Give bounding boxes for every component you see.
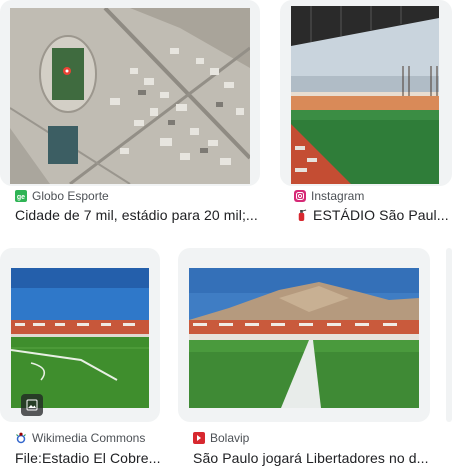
wikimedia-icon	[15, 432, 27, 444]
bolavip-icon	[193, 432, 205, 444]
result-title-4[interactable]: São Paulo jogará Libertadores no d...	[193, 450, 438, 466]
stadium-mountain-photo	[189, 268, 419, 408]
result-title-2[interactable]: ESTÁDIO São Paul...	[296, 207, 452, 223]
image-badge	[21, 394, 43, 416]
pitch-photo	[11, 268, 149, 408]
satellite-image	[10, 8, 250, 184]
result-title-1[interactable]: Cidade de 7 mil, estádio para 20 mil;...	[15, 207, 270, 223]
thumbnail-5-partial[interactable]	[446, 248, 452, 422]
result-source-1[interactable]: ge Globo Esporte	[15, 189, 109, 203]
source-label: Bolavip	[210, 431, 250, 445]
thumbnail-4[interactable]	[178, 248, 430, 422]
source-label: Globo Esporte	[32, 189, 109, 203]
thumbnail-1[interactable]	[0, 0, 260, 186]
title-text: ESTÁDIO São Paul...	[313, 207, 449, 223]
result-source-4[interactable]: Bolavip	[193, 431, 249, 445]
source-label: Wikimedia Commons	[32, 431, 146, 445]
result-title-3[interactable]: File:Estadio El Cobre...	[15, 450, 170, 466]
source-label: Instagram	[311, 189, 365, 203]
image-icon	[26, 399, 38, 411]
result-source-2[interactable]: Instagram	[294, 189, 364, 203]
stadium-photo	[291, 6, 439, 184]
globo-esporte-icon: ge	[15, 190, 27, 202]
thumbnail-2[interactable]	[280, 0, 452, 186]
result-source-3[interactable]: Wikimedia Commons	[15, 431, 145, 445]
fire-extinguisher-icon	[296, 209, 307, 222]
instagram-icon	[294, 190, 306, 202]
svg-text:ge: ge	[17, 194, 25, 201]
